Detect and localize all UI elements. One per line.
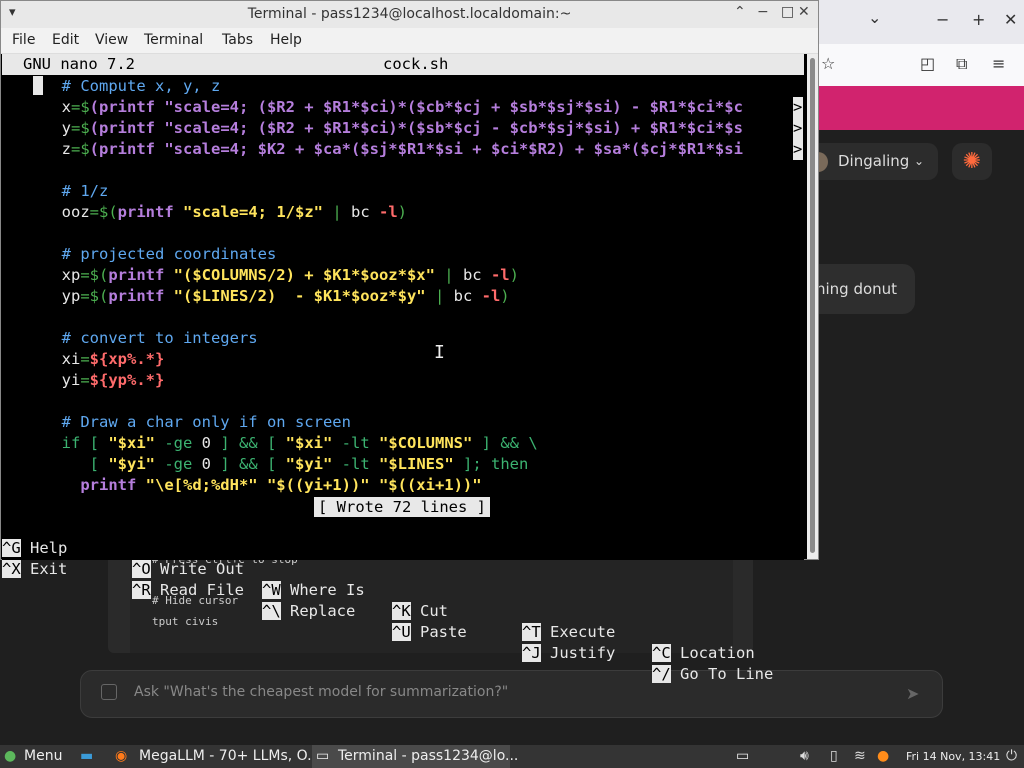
terminal-icon: ▭ bbox=[316, 748, 330, 764]
shortcut-execute[interactable]: ^T Execute bbox=[522, 622, 615, 643]
terminal-titlebar[interactable]: ▾ Terminal - pass1234@localhost.localdom… bbox=[1, 1, 818, 28]
app-menu-icon[interactable]: ≡ bbox=[992, 54, 1005, 73]
account-name: Dingaling bbox=[838, 152, 910, 170]
shortcut-row-2: ^X Exit ^R Read File ^\ Replace ^U Paste… bbox=[2, 538, 773, 683]
wifi-icon[interactable]: ≋ bbox=[854, 748, 866, 764]
shortcut-paste[interactable]: ^U Paste bbox=[392, 622, 467, 643]
code-line-if-cont: [ "$yi" -ge 0 ] && [ "$yi" -lt "$LINES" … bbox=[43, 455, 529, 473]
chevron-down-icon: ⌄ bbox=[914, 154, 925, 168]
code-line-yi: yi=${yp%.*} bbox=[43, 371, 165, 389]
code-line-if: if [ "$xi" -ge 0 ] && [ "$xi" -lt "$COLU… bbox=[43, 434, 538, 452]
terminal-scrollbar[interactable] bbox=[807, 54, 818, 559]
nano-filename: cock.sh bbox=[383, 55, 449, 73]
minimize-button[interactable]: − bbox=[936, 10, 949, 29]
extensions-icon[interactable]: ⧉ bbox=[956, 54, 967, 74]
code-line-yp: yp=$(printf "($LINES/2) - $K1*$ooz*$y" |… bbox=[43, 287, 510, 305]
user-message-text: ning donut bbox=[816, 280, 898, 298]
nano-editor[interactable]: GNU nano 7.2 cock.sh # Compute x, y, z x=… bbox=[2, 54, 804, 683]
shortcut-cut[interactable]: ^K Cut bbox=[392, 601, 448, 622]
code-line-y: y=$(printf "scale=4; ($R2 + $R1*$ci)*($s… bbox=[43, 119, 743, 137]
code-line-ooz: ooz=$(printf "scale=4; 1/$z" | bc -l) bbox=[43, 203, 407, 221]
menu-view[interactable]: View bbox=[95, 32, 128, 48]
menu-terminal[interactable]: Terminal bbox=[144, 32, 203, 48]
text-cursor bbox=[33, 76, 43, 95]
shortcut-justify[interactable]: ^J Justify bbox=[522, 643, 615, 664]
terminal-menubar: File Edit View Terminal Tabs Help bbox=[1, 28, 818, 54]
clock[interactable]: Fri 14 Nov, 13:41 bbox=[906, 750, 1000, 763]
attach-icon[interactable] bbox=[101, 684, 117, 700]
shortcut-exit[interactable]: ^X Exit bbox=[2, 559, 67, 580]
nano-header: GNU nano 7.2 cock.sh bbox=[2, 54, 804, 75]
shortcut-where-is[interactable]: ^W Where Is bbox=[262, 580, 365, 601]
taskbar: ● Menu ▬ ◉ MegaLLM - 70+ LLMs, O... ▭ Te… bbox=[0, 745, 1024, 768]
firefox-icon[interactable]: ◉ bbox=[115, 748, 127, 764]
keep-above-button[interactable]: ⌃ bbox=[734, 4, 746, 20]
menu-button[interactable]: Menu bbox=[24, 748, 62, 764]
menu-help[interactable]: Help bbox=[270, 32, 302, 48]
maximize-button[interactable]: □ bbox=[781, 4, 794, 20]
terminal-window: ▾ Terminal - pass1234@localhost.localdom… bbox=[0, 0, 819, 683]
bookmark-star-icon[interactable]: ☆ bbox=[821, 54, 835, 73]
code-comment: # Compute x, y, z bbox=[43, 77, 221, 95]
scrollbar-thumb[interactable] bbox=[810, 58, 815, 553]
code-line-xi: xi=${xp%.*} bbox=[43, 350, 165, 368]
nano-version: GNU nano 7.2 bbox=[23, 55, 135, 73]
prompt-input[interactable] bbox=[132, 683, 836, 701]
shortcut-go-to-line[interactable]: ^/ Go To Line bbox=[652, 664, 773, 685]
maximize-button[interactable]: + bbox=[972, 10, 985, 29]
window-title: Terminal - pass1234@localhost.localdomai… bbox=[247, 6, 572, 22]
power-icon[interactable]: ⏻ bbox=[1006, 748, 1017, 764]
code-comment: # projected coordinates bbox=[43, 245, 277, 263]
send-icon[interactable]: ➤ bbox=[906, 684, 919, 703]
code-line-xp: xp=$(printf "($COLUMNS/2) + $K1*$ooz*$x"… bbox=[43, 266, 519, 284]
pocket-icon[interactable]: ◰ bbox=[920, 54, 935, 73]
menu-file[interactable]: File bbox=[12, 32, 35, 48]
update-icon[interactable]: ● bbox=[877, 748, 889, 764]
claude-star-icon[interactable]: ✺ bbox=[952, 143, 992, 180]
minimize-button[interactable]: − bbox=[757, 4, 769, 20]
overflow-marker: > bbox=[793, 118, 803, 139]
menu-tabs[interactable]: Tabs bbox=[222, 32, 253, 48]
close-button[interactable]: ✕ bbox=[1004, 10, 1017, 29]
code-line-printf: printf "\e[%d;%dH*" "$((yi+1))" "$((xi+1… bbox=[43, 476, 482, 494]
code-line: tput civis bbox=[152, 615, 219, 628]
code-comment: # 1/z bbox=[43, 182, 109, 200]
shortcut-row-1: ^G Help ^O Write Out ^W Where Is ^K Cut … bbox=[2, 517, 755, 662]
shortcut-read-file[interactable]: ^R Read File bbox=[132, 580, 244, 601]
nano-status: [ Wrote 72 lines ] bbox=[314, 497, 490, 517]
terminal-launcher-icon[interactable]: ▭ bbox=[736, 748, 749, 764]
close-button[interactable]: ✕ bbox=[798, 4, 810, 20]
show-desktop-icon[interactable]: ▬ bbox=[80, 748, 93, 764]
code-line-z: z=$(printf "scale=4; $K2 + $ca*($sj*$R1*… bbox=[43, 140, 743, 158]
battery-icon[interactable]: ▯ bbox=[830, 748, 838, 764]
shortcut-write-out[interactable]: ^O Write Out bbox=[132, 559, 244, 580]
code-comment: # Draw a char only if on screen bbox=[43, 413, 351, 431]
shortcut-replace[interactable]: ^\ Replace bbox=[262, 601, 355, 622]
menu-edit[interactable]: Edit bbox=[52, 32, 79, 48]
code-line-x: x=$(printf "scale=4; ($R2 + $R1*$ci)*($c… bbox=[43, 98, 743, 116]
account-switcher[interactable]: Dingaling ⌄ bbox=[800, 143, 938, 180]
code-comment: # convert to integers bbox=[43, 329, 258, 347]
overflow-marker: > bbox=[793, 97, 803, 118]
task-browser[interactable]: MegaLLM - 70+ LLMs, O... bbox=[139, 748, 320, 764]
speaker-icon[interactable]: 🔊︎ bbox=[800, 748, 809, 764]
menu-logo-icon[interactable]: ● bbox=[4, 748, 16, 764]
tab-list-chevron-icon[interactable]: ⌄ bbox=[868, 8, 881, 27]
task-terminal[interactable]: Terminal - pass1234@lo... bbox=[338, 748, 518, 764]
shortcut-location[interactable]: ^C Location bbox=[652, 643, 755, 664]
text-cursor-pointer-icon: I bbox=[434, 342, 445, 363]
overflow-marker: > bbox=[793, 139, 803, 160]
